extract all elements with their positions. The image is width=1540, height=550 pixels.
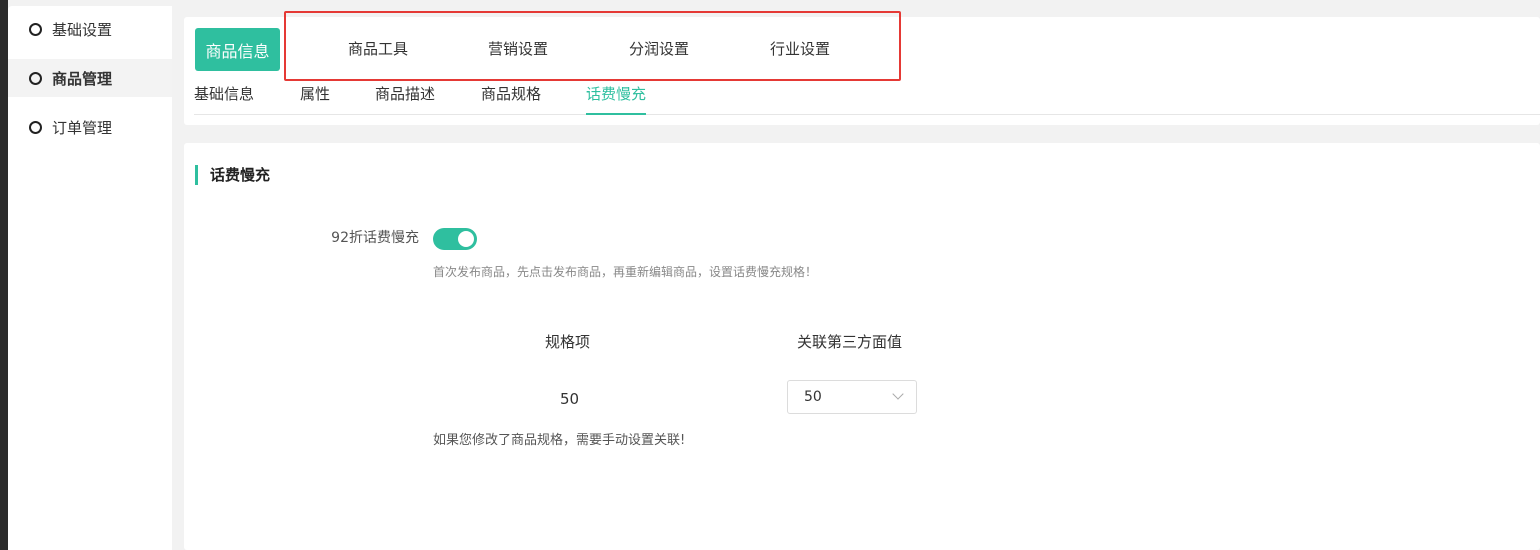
column-header-third-party-value: 关联第三方面值 — [797, 333, 903, 351]
third-party-value-select[interactable]: 50 — [787, 380, 917, 414]
sidebar-item-label: 商品管理 — [52, 69, 113, 88]
table-row-spec-value: 50 — [560, 390, 580, 408]
subtab-attributes[interactable]: 属性 — [300, 83, 330, 109]
sidebar-item-product-management[interactable]: 商品管理 — [8, 59, 172, 97]
chevron-down-icon — [892, 388, 904, 400]
tab-marketing-settings[interactable]: 营销设置 — [488, 37, 548, 61]
sidebar: 基础设置 商品管理 订单管理 — [8, 6, 172, 550]
subtab-active-indicator — [586, 113, 646, 115]
content-card: 话费慢充 92折话费慢充 首次发布商品，先点击发布商品，再重新编辑商品，设置话费… — [184, 143, 1540, 550]
circle-icon — [29, 22, 42, 36]
toggle-label: 92折话费慢充 — [331, 230, 419, 246]
column-header-spec: 规格项 — [545, 333, 591, 351]
subtab-basic-info[interactable]: 基础信息 — [194, 83, 254, 109]
sidebar-item-label: 订单管理 — [52, 118, 113, 137]
sidebar-item-label: 基础设置 — [52, 20, 113, 39]
select-value: 50 — [804, 389, 822, 405]
circle-icon — [29, 120, 42, 134]
circle-icon — [29, 71, 42, 85]
subtab-product-description[interactable]: 商品描述 — [375, 83, 435, 109]
section-title: 话费慢充 — [210, 166, 271, 184]
subtab-divider — [194, 114, 1540, 115]
tab-product-tools[interactable]: 商品工具 — [348, 37, 408, 61]
toggle-knob — [458, 231, 474, 247]
modify-hint: 如果您修改了商品规格，需要手动设置关联! — [433, 433, 686, 448]
tab-header-card: 商品信息 商品工具 营销设置 分润设置 行业设置 基础信息 属性 商品描述 商品… — [184, 11, 1540, 125]
sidebar-item-basic-settings[interactable]: 基础设置 — [8, 10, 172, 48]
section-accent-bar — [195, 165, 198, 185]
subtab-product-spec[interactable]: 商品规格 — [481, 83, 541, 109]
publish-hint: 首次发布商品，先点击发布商品，再重新编辑商品，设置话费慢充规格！ — [433, 265, 818, 279]
tab-product-info[interactable]: 商品信息 — [195, 28, 280, 71]
slow-charge-toggle[interactable] — [433, 228, 477, 250]
sidebar-item-order-management[interactable]: 订单管理 — [8, 108, 172, 146]
window-edge — [0, 0, 8, 550]
subtab-phone-slow-charge[interactable]: 话费慢充 — [586, 83, 646, 109]
tab-profit-sharing-settings[interactable]: 分润设置 — [629, 37, 689, 61]
tab-industry-settings[interactable]: 行业设置 — [770, 37, 830, 61]
